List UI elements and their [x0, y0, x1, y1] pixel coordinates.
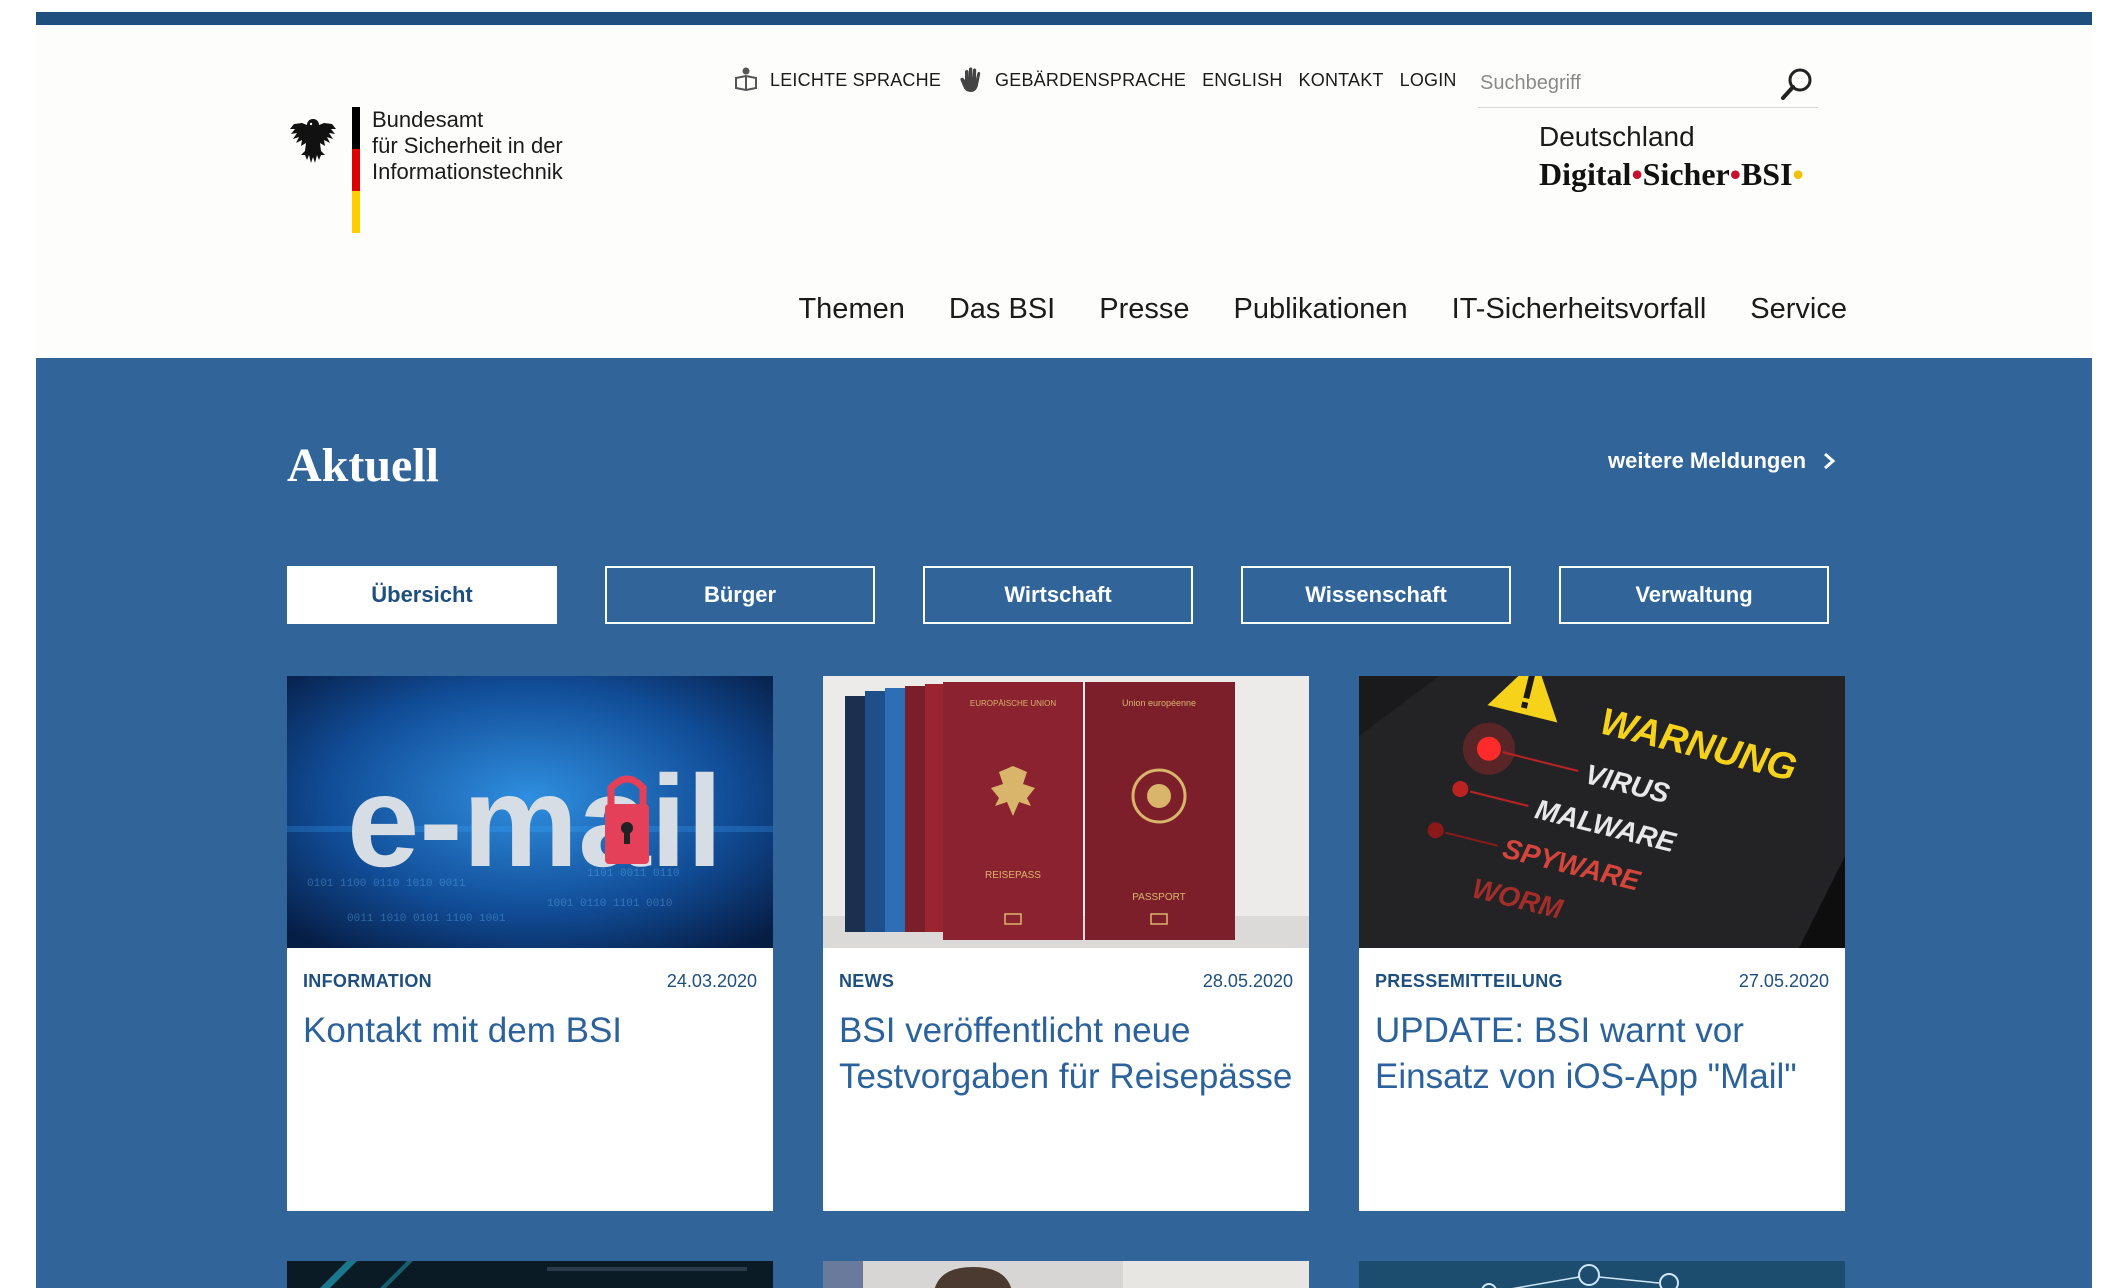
- nav-it-sicherheitsvorfall[interactable]: IT-Sicherheitsvorfall: [1452, 293, 1707, 326]
- german-flag-bar: [352, 107, 360, 233]
- news-card-partial-image: [1359, 1261, 1845, 1288]
- image-text: REISEPASS: [985, 870, 1041, 881]
- main-navigation: Themen Das BSI Presse Publikationen IT-S…: [754, 293, 1847, 326]
- warning-virus-image: WARNUNG VIRUS MALWARE SPYWARE WORM: [1359, 659, 1845, 948]
- image-text: e-mail: [347, 748, 723, 894]
- meta-link-kontakt[interactable]: KONTAKT: [1299, 70, 1384, 91]
- filter-wirtschaft[interactable]: Wirtschaft: [923, 566, 1193, 624]
- card-date: 24.03.2020: [666, 971, 757, 991]
- news-card-partial[interactable]: [823, 1261, 1309, 1288]
- meta-link-label: KONTAKT: [1298, 69, 1384, 90]
- site-header: Bundesamt für Sicherheit in der Informat…: [36, 25, 2092, 358]
- logo-wordmark: Bundesamt für Sicherheit in der Informat…: [372, 107, 563, 185]
- news-cards: 0101 1100 0110 1010 0011 1001 0110 1101 …: [287, 659, 1845, 1211]
- campaign-dot: •: [1631, 156, 1643, 192]
- card-date: 28.05.2020: [1202, 971, 1293, 991]
- image-text: PASSPORT: [1132, 892, 1186, 903]
- search-icon[interactable]: [1780, 67, 1814, 101]
- news-card[interactable]: WARNUNG VIRUS MALWARE SPYWARE WORM PRESS…: [1359, 659, 1845, 1211]
- meta-link-login[interactable]: LOGIN: [1400, 70, 1457, 91]
- campaign-word-digital: Digital: [1539, 156, 1632, 192]
- nav-themen[interactable]: Themen: [798, 293, 904, 326]
- flag-red: [352, 148, 360, 191]
- aktuell-section: Aktuell weitere Meldungen Übersicht Bürg…: [36, 358, 2092, 1288]
- campaign-dot: •: [1729, 156, 1741, 192]
- card-category: NEWS: [839, 971, 895, 991]
- svg-text:Union européenne: Union européenne: [1122, 698, 1196, 708]
- meta-link-leichte-sprache[interactable]: LEICHTE SPRACHE: [732, 66, 941, 94]
- filter-wissenschaft[interactable]: Wissenschaft: [1241, 566, 1511, 624]
- card-date: 27.05.2020: [1738, 971, 1829, 991]
- campaign-line-2: Digital•Sicher•BSI•: [1539, 154, 1839, 194]
- flag-black: [352, 107, 360, 149]
- meta-link-gebaerdensprache[interactable]: GEBÄRDENSPRACHE: [957, 66, 1186, 94]
- bsi-logo[interactable]: Bundesamt für Sicherheit in der Informat…: [288, 107, 608, 247]
- e-mail-lock-image: 0101 1100 0110 1010 0011 1001 0110 1101 …: [287, 676, 773, 948]
- filter-verwaltung[interactable]: Verwaltung: [1559, 566, 1829, 624]
- filter-tabs: Übersicht Bürger Wirtschaft Wissenschaft…: [287, 566, 1829, 624]
- news-card-partial-image: [823, 1261, 1309, 1288]
- federal-eagle-icon: [290, 119, 336, 163]
- svg-text:1001 0110 1101 0010: 1001 0110 1101 0010: [547, 898, 672, 910]
- nav-das-bsi[interactable]: Das BSI: [949, 293, 1055, 326]
- logo-line-1: Bundesamt: [372, 107, 484, 132]
- meta-link-label: ENGLISH: [1202, 69, 1283, 90]
- filter-buerger[interactable]: Bürger: [605, 566, 875, 624]
- news-card[interactable]: 0101 1100 0110 1010 0011 1001 0110 1101 …: [287, 676, 773, 1211]
- meta-link-label: LOGIN: [1399, 69, 1457, 90]
- campaign-line-1: Deutschland: [1539, 121, 1695, 152]
- svg-text:0011 1010 0101 1100 1001: 0011 1010 0101 1100 1001: [347, 913, 506, 925]
- chevron-right-icon: [1824, 452, 1836, 470]
- card-title: BSI veröffentlicht neue Testvorgaben für…: [839, 1011, 1293, 1096]
- campaign-word-sicher: Sicher: [1642, 156, 1730, 192]
- logo-line-2: für Sicherheit in der: [372, 133, 563, 158]
- meta-navigation: LEICHTE SPRACHE GEBÄRDENSPRACHE ENGLISH …: [732, 65, 1473, 95]
- nav-publikationen[interactable]: Publikationen: [1234, 293, 1408, 326]
- section-title: Aktuell: [287, 439, 440, 492]
- campaign-logo-digital-sicher-bsi[interactable]: Deutschland Digital•Sicher•BSI•: [1539, 120, 1839, 194]
- news-card-partial-image: [287, 1261, 773, 1288]
- easy-language-icon: [735, 67, 757, 92]
- more-news-link[interactable]: weitere Meldungen: [1608, 448, 1836, 474]
- campaign-dot: •: [1792, 156, 1804, 192]
- card-category: PRESSEMITTEILUNG: [1375, 971, 1563, 991]
- nav-service[interactable]: Service: [1750, 293, 1847, 326]
- flag-gold: [352, 190, 360, 233]
- page-frame: Bundesamt für Sicherheit in der Informat…: [36, 12, 2092, 1288]
- search-box: [1478, 59, 1818, 108]
- nav-presse[interactable]: Presse: [1099, 293, 1189, 326]
- card-meta: NEWS 28.05.2020: [839, 971, 1293, 992]
- sign-language-hand-icon: [960, 67, 981, 92]
- logo-line-3: Informationstechnik: [372, 159, 563, 184]
- filter-uebersicht[interactable]: Übersicht: [287, 566, 557, 624]
- news-card[interactable]: EUROPÄISCHE UNION Union européenne REISE…: [823, 676, 1309, 1211]
- search-input[interactable]: [1478, 70, 1762, 96]
- card-meta: PRESSEMITTEILUNG 27.05.2020: [1375, 971, 1829, 992]
- card-category: INFORMATION: [303, 971, 432, 991]
- news-card-partial[interactable]: [287, 1261, 773, 1288]
- news-cards-next-row: [287, 1261, 1845, 1288]
- meta-link-label: LEICHTE SPRACHE: [770, 69, 942, 90]
- card-meta: INFORMATION 24.03.2020: [303, 971, 757, 992]
- passports-image: EUROPÄISCHE UNION Union européenne REISE…: [823, 676, 1309, 948]
- campaign-word-bsi: BSI: [1740, 156, 1793, 192]
- meta-link-english[interactable]: ENGLISH: [1202, 70, 1282, 91]
- svg-text:EUROPÄISCHE UNION: EUROPÄISCHE UNION: [970, 699, 1056, 708]
- more-news-label: weitere Meldungen: [1608, 448, 1807, 473]
- card-title: Kontakt mit dem BSI: [303, 1011, 623, 1050]
- meta-link-label: GEBÄRDENSPRACHE: [995, 69, 1187, 90]
- card-title: UPDATE: BSI warnt vor Einsatz von iOS-Ap…: [1375, 1011, 1797, 1096]
- news-card-partial[interactable]: [1359, 1261, 1845, 1288]
- top-rule: [36, 12, 2092, 25]
